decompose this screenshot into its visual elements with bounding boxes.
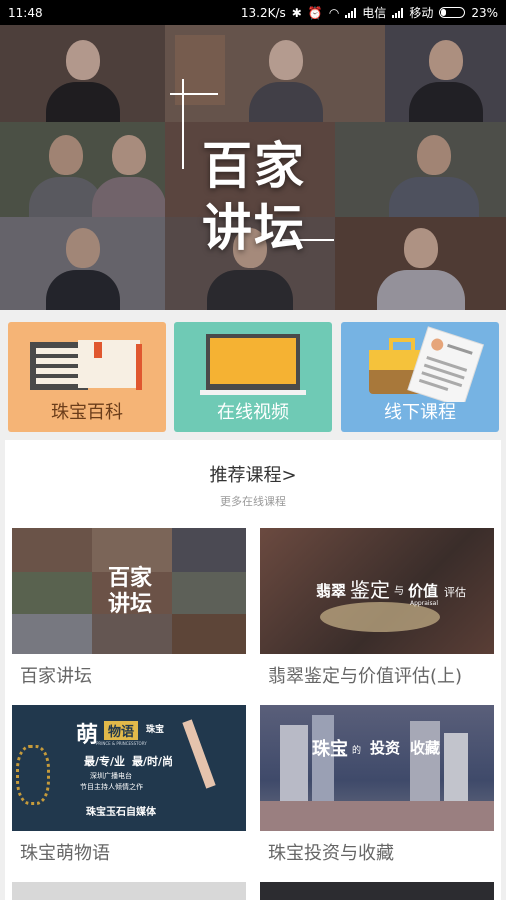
course-title: 珠宝萌物语	[20, 843, 110, 864]
carrier-1: 电信	[362, 6, 387, 20]
thumb-text: 深圳广播电台	[90, 772, 132, 780]
course-thumbnail: 百家讲坛	[12, 528, 246, 654]
wifi-icon: ◠	[328, 5, 340, 20]
status-bar: 11:48 13.2K/s ✱ ⏰ ◠ 电信 移动 23%	[0, 0, 506, 25]
category-label: 在线视频	[217, 402, 289, 423]
book-icon	[30, 340, 142, 390]
course-card-partial[interactable]	[260, 882, 494, 900]
thumb-text: 的	[352, 746, 362, 756]
thumb-text: PRINCE & PRINCESSTORY	[96, 741, 147, 746]
course-title: 珠宝投资与收藏	[268, 843, 394, 864]
banner-title: 百家 讲坛	[202, 137, 306, 257]
clock: 11:48	[8, 5, 43, 20]
alarm-icon: ⏰	[307, 5, 323, 20]
thumb-title: 百家讲坛	[107, 566, 152, 617]
thumb-text: 翡翠	[316, 582, 347, 600]
thumb-text: 最/专/业	[84, 755, 126, 768]
category-label: 珠宝百科	[51, 402, 123, 423]
category-grid: 珠宝百科 在线视频 线下课程	[0, 322, 506, 434]
bluetooth-icon: ✱	[291, 5, 302, 20]
course-title: 百家讲坛	[20, 666, 92, 687]
course-thumbnail: 翡翠 鉴定 与 价值 评估 Appraisal	[260, 528, 494, 654]
course-title: 翡翠鉴定与价值评估(上)	[268, 666, 463, 687]
signal-icon-2	[392, 7, 404, 18]
course-card-partial[interactable]	[12, 882, 246, 900]
course-card[interactable]: 珠宝 的 投资 收藏 珠宝投资与收藏	[260, 705, 494, 865]
thumb-text: 最/时/尚	[132, 755, 174, 768]
hero-banner[interactable]: 百家 讲坛	[0, 25, 506, 310]
monitor-icon	[200, 334, 306, 395]
thumb-text: 鉴定	[350, 578, 390, 602]
thumb-text: 物语	[104, 721, 139, 740]
category-online-video[interactable]: 在线视频	[174, 322, 332, 432]
course-card[interactable]: 萌 物语 珠宝 PRINCE & PRINCESSTORY 最/专/业 最/时/…	[12, 705, 246, 865]
signal-icon-1	[345, 7, 357, 18]
briefcase-resume-icon	[369, 326, 485, 402]
recommended-subtitle[interactable]: 更多在线课程	[5, 493, 501, 509]
thumb-text: 评估	[444, 586, 466, 599]
thumb-text: Appraisal	[410, 600, 439, 607]
banner-deco-line	[170, 93, 218, 95]
thumb-text: 与	[394, 586, 404, 597]
network-speed: 13.2K/s	[240, 5, 286, 20]
thumb-text: 萌	[76, 723, 99, 748]
course-thumbnail: 珠宝 的 投资 收藏	[260, 705, 494, 831]
recommended-section: 推荐课程> 更多在线课程 百家讲坛 百家讲坛 翡翠 鉴定 与 价值 评估 App…	[5, 440, 501, 900]
recommended-title[interactable]: 推荐课程>	[5, 461, 501, 487]
course-card[interactable]: 翡翠 鉴定 与 价值 评估 Appraisal 翡翠鉴定与价值评估(上)	[260, 528, 494, 688]
course-thumbnail: 萌 物语 珠宝 PRINCE & PRINCESSTORY 最/专/业 最/时/…	[12, 705, 246, 831]
category-label: 线下课程	[384, 402, 456, 423]
thumb-text: 收藏	[410, 739, 441, 757]
thumb-text: 珠宝	[146, 725, 165, 735]
thumb-text: 节目主持人倾情之作	[80, 783, 143, 791]
thumb-text: 价值	[408, 582, 439, 600]
battery-icon	[439, 7, 466, 18]
thumb-text: 珠宝	[312, 739, 348, 760]
category-offline-course[interactable]: 线下课程	[341, 322, 499, 432]
thumb-text: 投资	[370, 739, 401, 757]
thumb-text: 珠宝玉石自媒体	[86, 807, 156, 818]
course-card[interactable]: 百家讲坛 百家讲坛	[12, 528, 246, 688]
category-jewelry-encyclopedia[interactable]: 珠宝百科	[8, 322, 166, 432]
battery-percent: 23%	[471, 5, 498, 20]
carrier-2: 移动	[409, 6, 434, 20]
